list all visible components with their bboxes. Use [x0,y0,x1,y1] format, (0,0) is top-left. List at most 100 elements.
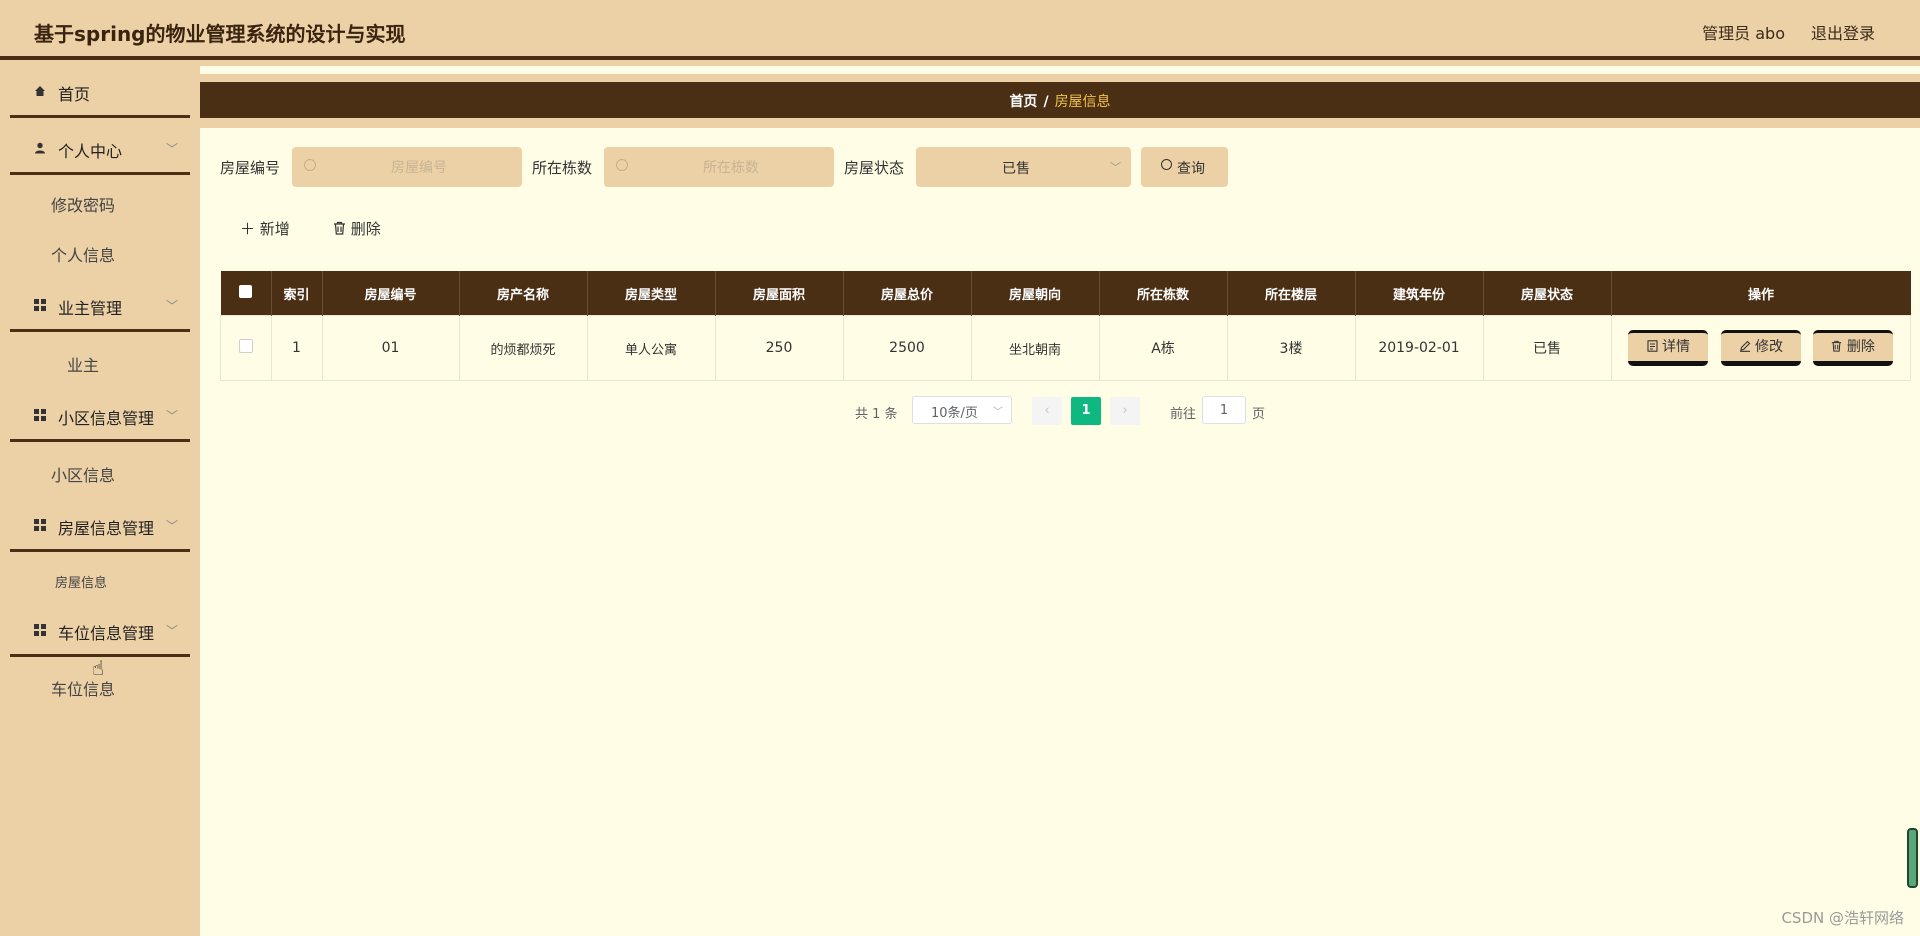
table-cell: 的烦都烦死 [458,315,588,381]
document-icon [1647,340,1658,352]
table-header-row: 索引 房屋编号 房产名称 房屋类型 房屋面积 房屋总价 房屋朝向 所在栋数 所在… [220,271,1911,316]
sidebar-item-house-management[interactable]: 房屋信息管理 ﹀ [10,498,190,552]
column-header: 操作 [1611,271,1911,316]
row-select-cell [220,315,272,381]
goto-page-input[interactable] [1202,396,1246,424]
goto-label: 前往 [1170,407,1197,422]
sidebar-item-label: 个人中心 [58,142,123,161]
sidebar-item-owner-management[interactable]: 业主管理 ﹀ [10,278,190,332]
top-header: 基于spring的物业管理系统的设计与实现 管理员 abo 退出登录 [0,0,1920,60]
app-title: 基于spring的物业管理系统的设计与实现 [34,22,406,46]
grid-icon [34,519,46,531]
current-user: 管理员 abo [1702,24,1785,43]
chevron-left-icon: ‹ [1044,403,1050,418]
grid-icon [34,299,46,311]
grid-icon [34,624,46,636]
table-cell: 3楼 [1226,315,1356,381]
select-all-checkbox[interactable] [239,284,252,298]
edit-button[interactable]: 修改 [1720,330,1801,366]
logout-link[interactable]: 退出登录 [1811,20,1875,44]
detail-button[interactable]: 详情 [1628,330,1709,366]
search-icon [616,159,628,171]
trash-icon [334,221,345,235]
house-no-field[interactable] [292,147,522,189]
detail-button-label: 详情 [1662,339,1691,355]
search-icon [1161,159,1172,170]
batch-delete-button-label: 删除 [350,220,381,238]
column-header: 索引 [271,271,323,316]
page-size-select[interactable]: 10条/页 ﹀ [912,396,1012,424]
breadcrumb: 首页 / 房屋信息 [200,91,1920,111]
main-top-strip [200,60,1920,82]
breadcrumb-home[interactable]: 首页 [1009,94,1037,110]
chevron-down-icon: ﹀ [165,299,178,313]
delete-button[interactable]: 删除 [1813,330,1894,366]
building-label: 所在栋数 [532,159,593,177]
table-cell: 2500 [842,315,972,381]
breadcrumb-current: 房屋信息 [1054,94,1111,110]
user-icon [35,142,45,154]
table-cell: 01 [321,315,460,381]
column-header: 房屋编号 [322,271,460,316]
sidebar-subitem-community-info[interactable]: 小区信息 [10,452,190,492]
sidebar-item-label: 业主管理 [58,299,123,318]
search-icon [304,159,316,171]
sidebar-item-personal-center[interactable]: 个人中心 ﹀ [10,121,190,175]
query-button-label: 查询 [1177,161,1205,177]
building-field[interactable] [604,147,834,189]
home-icon [35,86,45,96]
sidebar-subitem-change-password[interactable]: 修改密码 [10,182,190,222]
column-header: 房屋类型 [587,271,716,316]
status-select[interactable]: 已售 ﹀ [916,147,1131,187]
sidebar-subitem-house-info[interactable]: 房屋信息 [10,560,190,600]
delete-button-label: 删除 [1846,339,1875,355]
sidebar-item-label: 首页 [58,85,91,104]
table-cell: 已售 [1482,315,1612,381]
sidebar-item-community-management[interactable]: 小区信息管理 ﹀ [10,388,190,442]
sidebar-subitem-owner[interactable]: 业主 [10,342,190,382]
column-header: 房屋朝向 [971,271,1100,316]
chevron-down-icon: ﹀ [165,142,178,156]
batch-delete-button[interactable]: 删除 [333,218,381,239]
building-input[interactable] [634,147,828,189]
prev-page-button[interactable]: ‹ [1032,397,1062,425]
sidebar-item-parking-management[interactable]: 车位信息管理 ﹀ [10,603,190,657]
table-cell: 坐北朝南 [970,315,1100,381]
status-label: 房屋状态 [844,159,905,177]
column-header: 建筑年份 [1355,271,1484,316]
breadcrumb-separator: / [1043,94,1049,110]
watermark: CSDN @浩轩网络 [1781,909,1904,927]
house-no-input[interactable] [322,147,516,189]
column-header: 房屋总价 [843,271,972,316]
add-button[interactable]: ＋ 新增 [240,218,290,239]
sidebar-subitem-personal-info[interactable]: 个人信息 [10,232,190,272]
page-size-value: 10条/页 [931,406,978,421]
current-page-button[interactable]: 1 [1071,397,1101,425]
hand-cursor-icon: ☝ [92,656,105,680]
breadcrumb-bar: 首页 / 房屋信息 [200,82,1920,128]
add-button-label: 新增 [259,220,290,238]
query-button[interactable]: 查询 [1141,147,1228,187]
pagination-total: 共 1 条 [855,407,898,422]
trash-icon [1832,340,1842,352]
column-header: 房产名称 [459,271,588,316]
house-table: 索引 房屋编号 房产名称 房屋类型 房屋面积 房屋总价 房屋朝向 所在栋数 所在… [220,271,1911,381]
chevron-down-icon: ﹀ [165,409,178,423]
sidebar-item-label: 车位信息管理 [58,624,155,643]
column-header: 房屋状态 [1483,271,1612,316]
edit-icon [1739,340,1750,352]
column-header: 所在栋数 [1099,271,1228,316]
scrollbar-thumb[interactable] [1907,828,1918,888]
table-row: 1 01 的烦都烦死 单人公寓 250 2500 坐北朝南 A栋 3楼 2019… [220,315,1911,381]
chevron-right-icon: › [1122,403,1128,418]
sidebar-item-label: 房屋信息管理 [58,519,155,538]
sidebar-item-label: 小区信息管理 [58,409,155,428]
table-cell: A栋 [1098,315,1228,381]
house-no-label: 房屋编号 [220,159,281,177]
table-cell: 1 [270,315,323,381]
select-all-cell [220,271,272,316]
row-checkbox[interactable] [238,339,253,353]
plus-icon: ＋ [240,220,256,238]
sidebar-item-home[interactable]: 首页 [10,64,190,118]
next-page-button[interactable]: › [1110,397,1140,425]
